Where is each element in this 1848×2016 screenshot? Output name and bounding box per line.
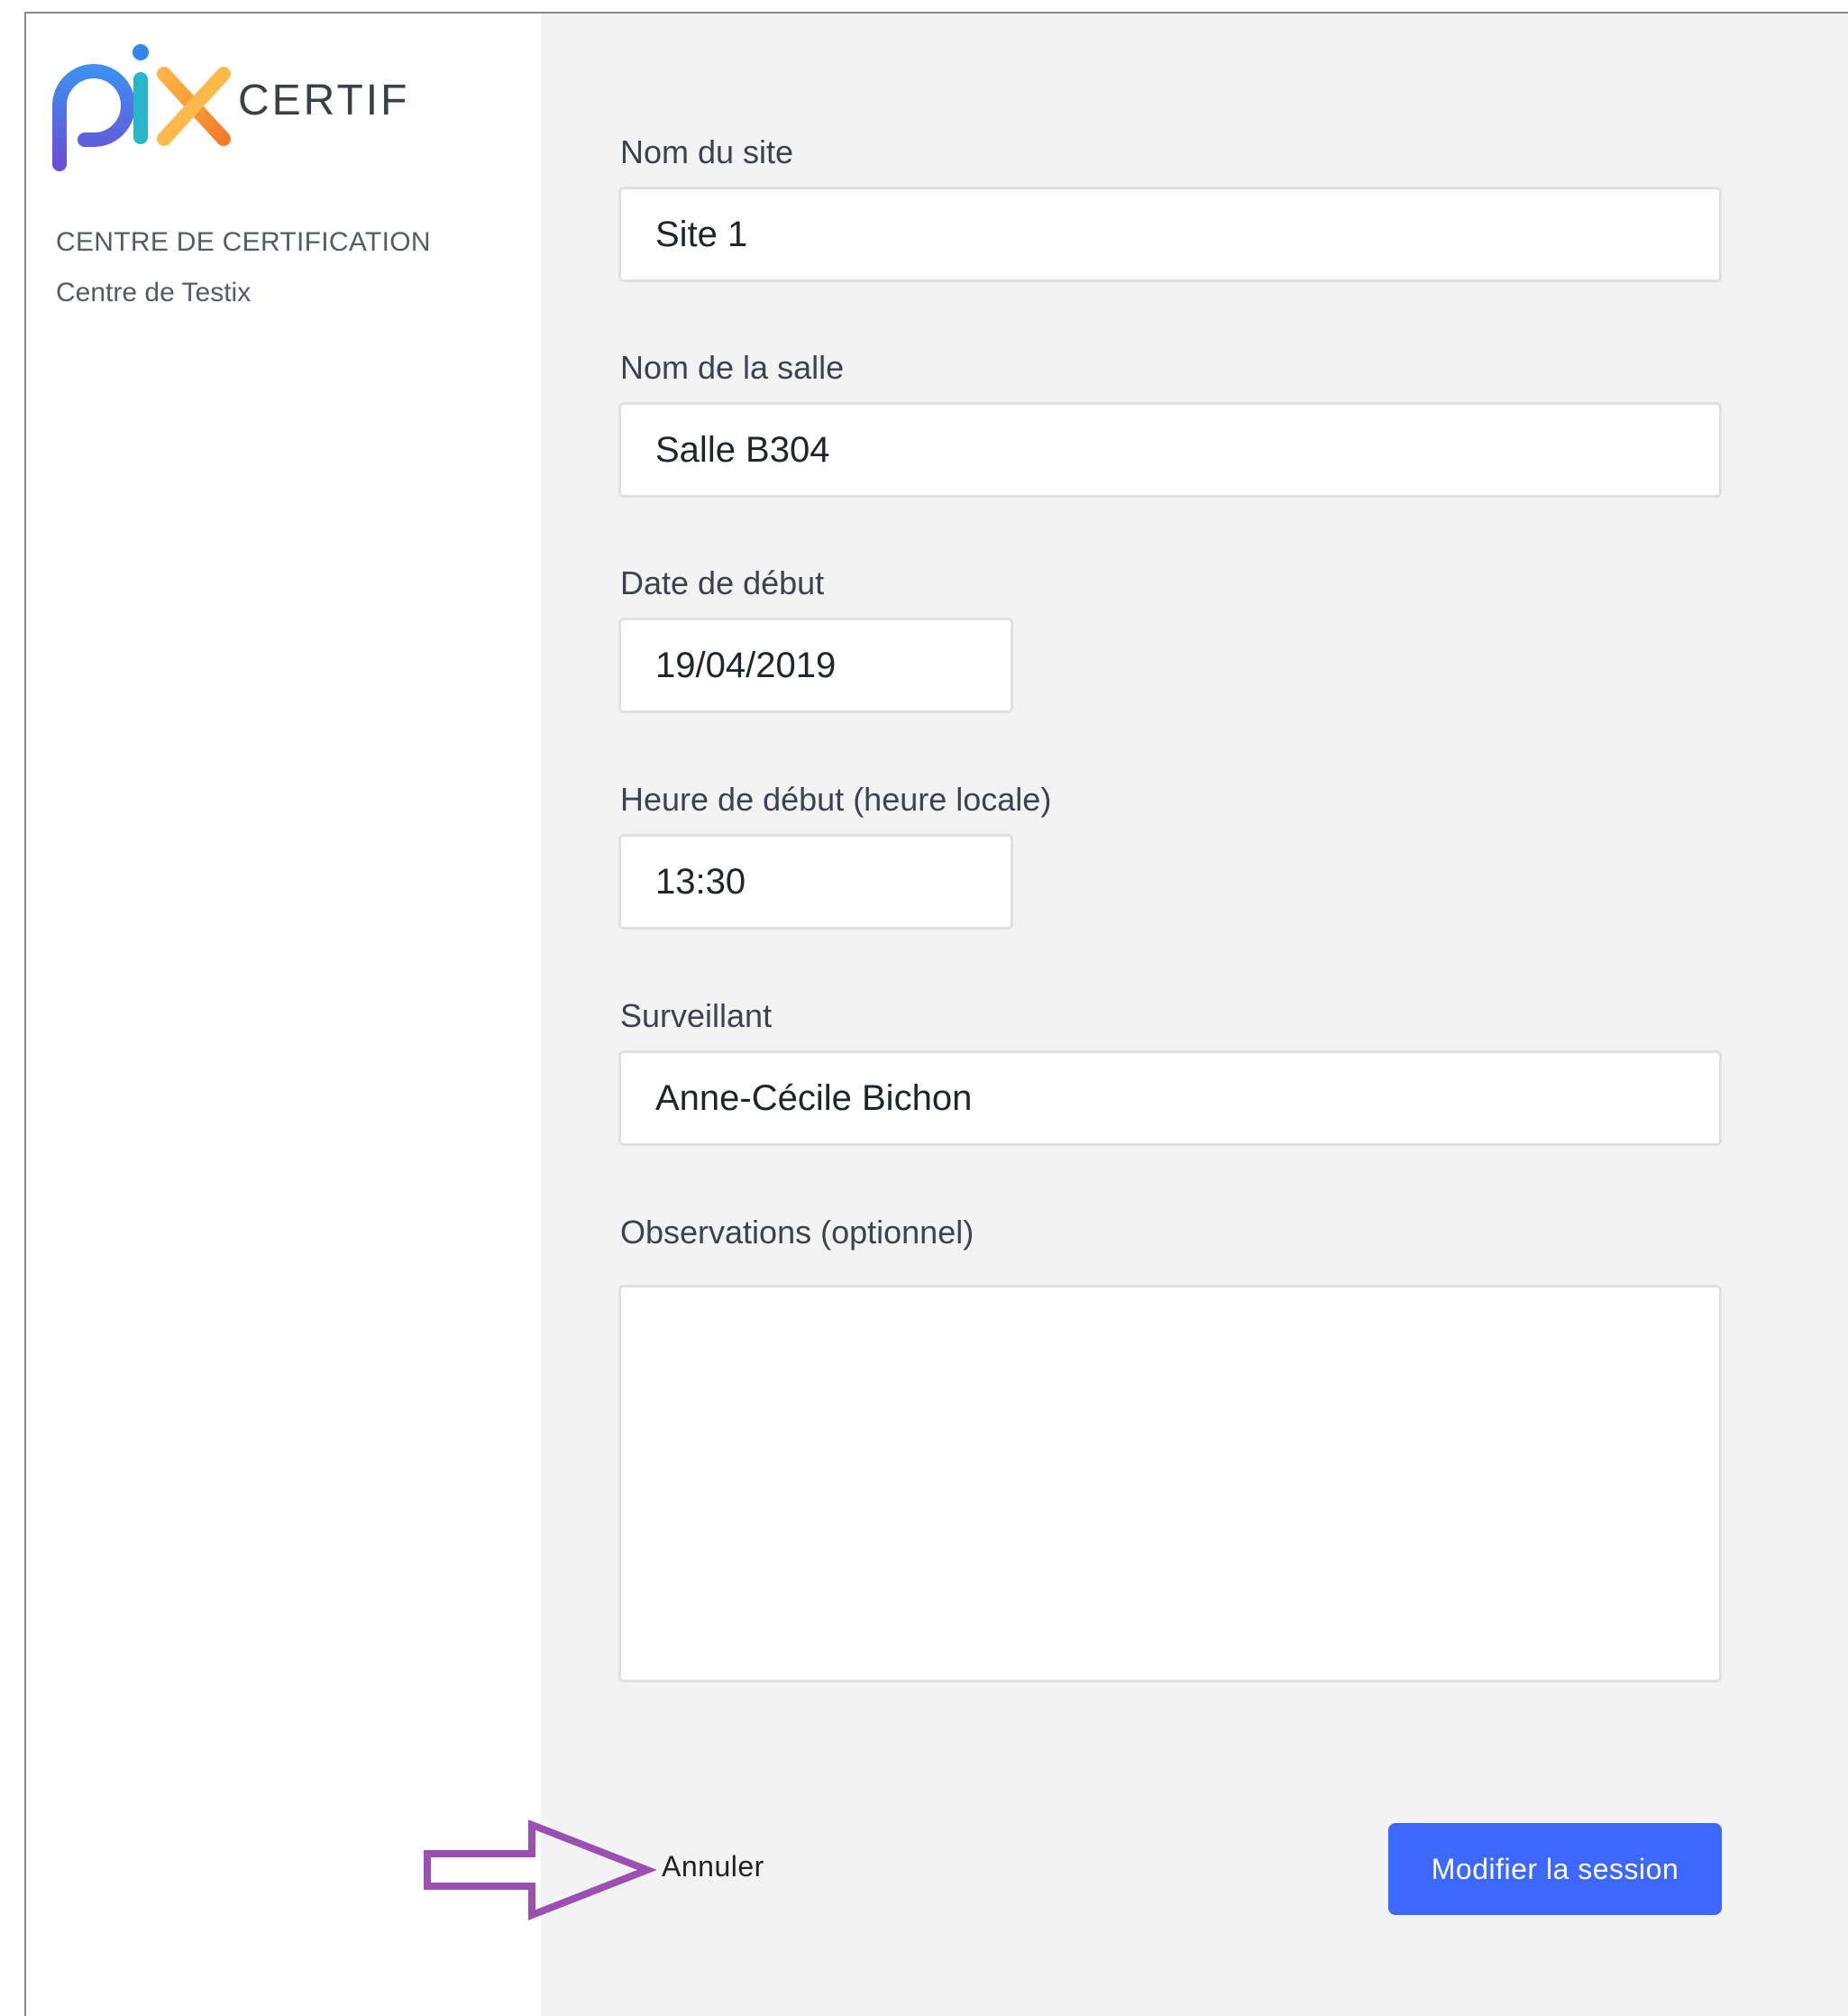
annotation-arrow-icon bbox=[424, 1819, 657, 1920]
site-name-label: Nom du site bbox=[620, 133, 794, 170]
start-date-value: 19/04/2019 bbox=[655, 645, 837, 685]
logo-product-label: CERTIF bbox=[238, 77, 410, 124]
examiner-input[interactable]: Anne-Cécile Bichon bbox=[618, 1050, 1722, 1146]
room-name-value: Salle B304 bbox=[655, 429, 830, 470]
cancel-button[interactable]: Annuler bbox=[662, 1850, 764, 1883]
start-date-input[interactable]: 19/04/2019 bbox=[618, 618, 1013, 713]
examiner-label: Surveillant bbox=[620, 997, 773, 1034]
start-time-label: Heure de début (heure locale) bbox=[620, 781, 1052, 818]
observations-textarea[interactable] bbox=[618, 1285, 1722, 1682]
room-name-label: Nom de la salle bbox=[620, 349, 845, 386]
certification-center-heading: CENTRE DE CERTIFICATION bbox=[56, 227, 431, 257]
update-session-button[interactable]: Modifier la session bbox=[1388, 1823, 1722, 1915]
room-name-input[interactable]: Salle B304 bbox=[618, 402, 1722, 498]
observations-label: Observations (optionnel) bbox=[620, 1214, 974, 1251]
examiner-value: Anne-Cécile Bichon bbox=[655, 1077, 973, 1118]
sidebar bbox=[26, 14, 541, 2016]
start-date-label: Date de début bbox=[620, 564, 825, 601]
site-name-input[interactable]: Site 1 bbox=[618, 187, 1722, 282]
pix-certif-logo[interactable]: pix CERTIF bbox=[52, 38, 413, 182]
start-time-value: 13:30 bbox=[655, 861, 746, 902]
site-name-value: Site 1 bbox=[655, 214, 748, 254]
certification-center-name: Centre de Testix bbox=[56, 278, 252, 307]
start-time-input[interactable]: 13:30 bbox=[618, 834, 1013, 930]
